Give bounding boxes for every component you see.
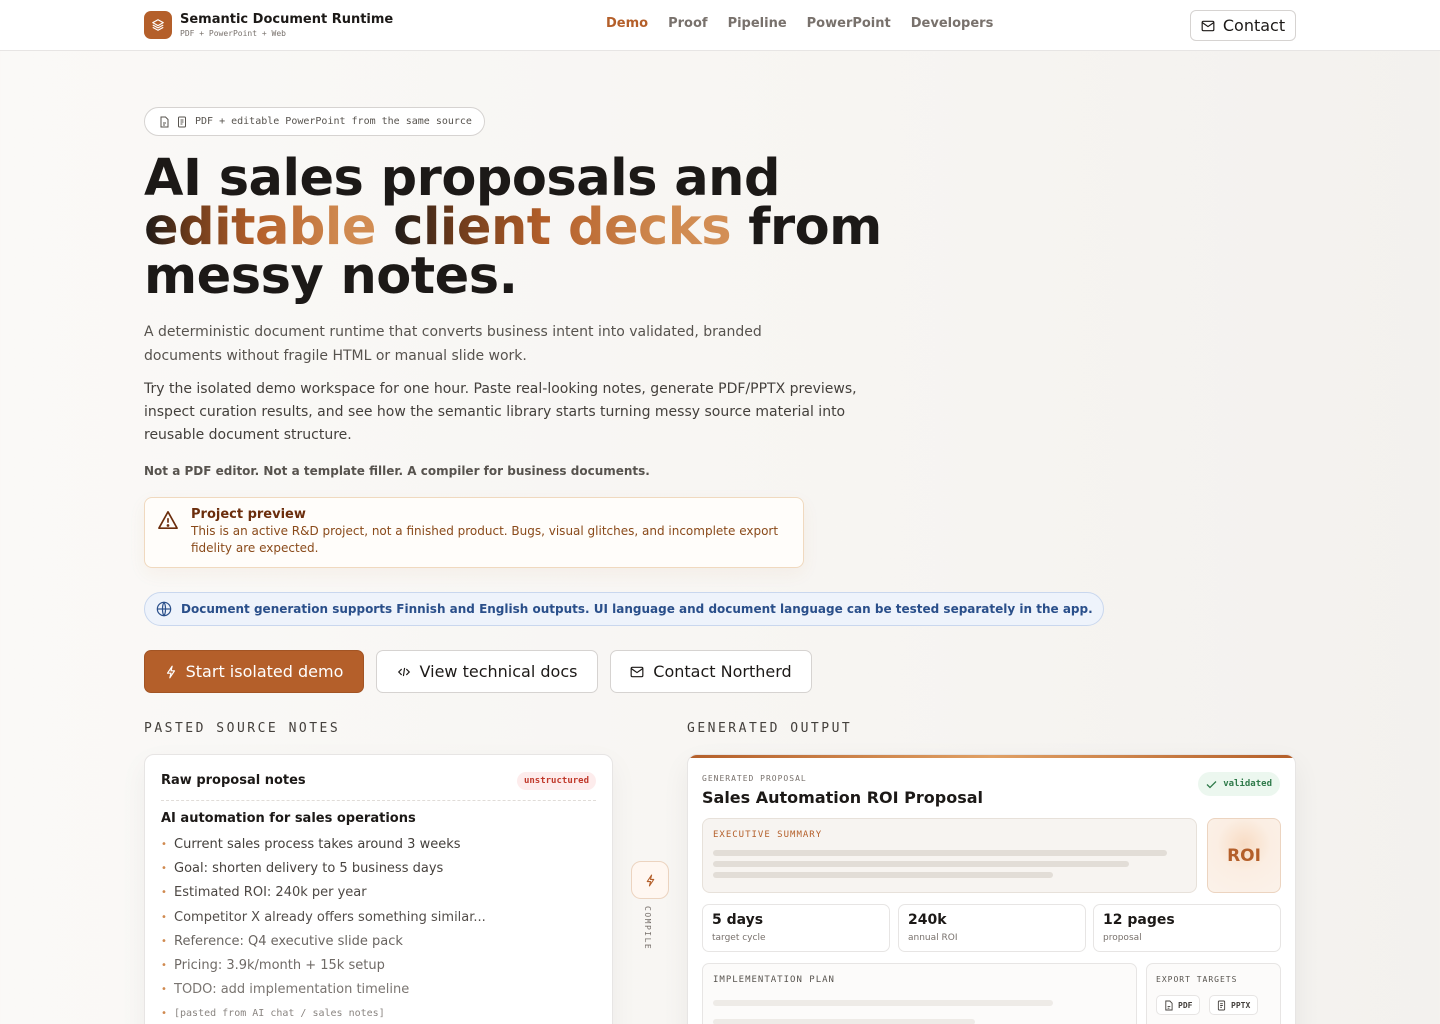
stat-pages: 12 pages proposal [1093,904,1281,952]
stat-annual-roi: 240k annual ROI [898,904,1086,952]
top-header: Semantic Document Runtime PDF + PowerPoi… [0,0,1440,51]
notes-title: AI automation for sales operations [161,811,416,826]
stat-value: 12 pages [1103,912,1175,928]
notes-divider [161,800,596,801]
start-demo-label: Start isolated demo [185,662,344,681]
language-note-text: Document generation supports Finnish and… [181,602,1093,616]
executive-summary-block: EXECUTIVE SUMMARY [702,818,1197,893]
compile-button[interactable] [631,861,669,899]
stat-value: 240k [908,912,947,928]
export-pptx-chip[interactable]: PPTX [1209,995,1259,1015]
code-icon [397,667,410,676]
roi-tile: ROI [1207,818,1281,893]
list-item: Current sales process takes around 3 wee… [161,835,486,859]
implementation-plan-label: IMPLEMENTATION PLAN [713,975,835,985]
project-preview-warning: Project preview This is an active R&D pr… [144,497,804,568]
globe-icon [156,601,172,617]
implementation-plan-block: IMPLEMENTATION PLAN [702,963,1137,1024]
output-section-label: GENERATED OUTPUT [687,721,853,736]
stat-target-cycle: 5 days target cycle [702,904,890,952]
stat-label: proposal [1103,933,1142,943]
warning-title: Project preview [191,507,306,522]
nav-developers[interactable]: Developers [911,16,994,31]
bolt-icon [646,874,654,886]
executive-summary-label: EXECUTIVE SUMMARY [713,830,823,840]
text-line-placeholder [713,861,1129,867]
pdf-file-icon [1165,1000,1173,1010]
list-item: Goal: shorten delivery to 5 business day… [161,859,486,883]
brand[interactable]: Semantic Document Runtime PDF + PowerPoi… [144,11,393,39]
export-targets-block: EXPORT TARGETS PDF PPTX [1146,963,1281,1024]
notes-card-title: Raw proposal notes [161,773,306,788]
list-item: Estimated ROI: 240k per year [161,883,486,907]
export-pdf-label: PDF [1178,1000,1193,1010]
format-pill: PDF + editable PowerPoint from the same … [144,107,485,136]
output-accent-bar [688,755,1295,758]
list-item: Reference: Q4 executive slide pack [161,932,486,956]
stat-label: target cycle [712,933,766,943]
notes-list: Current sales process takes around 3 wee… [161,835,486,1024]
nav-powerpoint[interactable]: PowerPoint [807,16,891,31]
nav-proof[interactable]: Proof [668,16,707,31]
hero-lead-secondary: Try the isolated demo workspace for one … [144,381,857,443]
text-line-placeholder [713,1019,975,1024]
export-pdf-chip[interactable]: PDF [1156,995,1201,1015]
nav-demo[interactable]: Demo [606,16,648,31]
view-docs-button[interactable]: View technical docs [376,650,598,693]
hero-title: AI sales proposals and editable client d… [144,153,904,302]
hero-title-line2-b: from [731,198,882,257]
output-kicker: GENERATED PROPOSAL [702,774,807,783]
mail-icon [1201,20,1215,31]
export-pptx-label: PPTX [1231,1000,1251,1010]
hero-tagline: Not a PDF editor. Not a template filler.… [144,464,650,478]
unstructured-badge: unstructured [516,772,596,790]
warning-icon [158,511,178,529]
pdf-file-icon [160,116,169,127]
pptx-file-icon [178,116,186,127]
list-item: TODO: add implementation timeline [161,980,486,1004]
brand-subtitle: PDF + PowerPoint + Web [180,28,286,38]
compile-label: COMPILE [643,906,652,951]
bolt-icon [166,665,175,678]
header-contact-button[interactable]: Contact [1190,10,1296,41]
source-notes-card: Raw proposal notes unstructured AI autom… [144,754,613,1024]
output-title: Sales Automation ROI Proposal [702,788,984,807]
hero-lead: A deterministic document runtime that co… [144,324,762,364]
text-line-placeholder [713,872,1053,878]
validated-badge: validated [1198,772,1280,796]
source-tag: [pasted from AI chat / sales notes] [161,1004,486,1024]
warning-text: This is an active R&D project, not a fin… [191,524,779,555]
contact-northerd-label: Contact Northerd [653,662,792,681]
text-line-placeholder [713,850,1167,856]
language-note: Document generation supports Finnish and… [144,592,1104,626]
text-line-placeholder [713,1000,1053,1006]
list-item: Pricing: 3.9k/month + 15k setup [161,956,486,980]
source-section-label: PASTED SOURCE NOTES [144,721,341,736]
pptx-file-icon [1217,1000,1226,1010]
nav-pipeline[interactable]: Pipeline [728,16,787,31]
contact-northerd-button[interactable]: Contact Northerd [610,650,812,693]
hero-title-line3: messy notes. [144,247,518,306]
main-nav: Demo Proof Pipeline PowerPoint Developer… [606,16,993,31]
stat-label: annual ROI [908,933,958,943]
export-targets-label: EXPORT TARGETS [1156,975,1238,984]
check-icon [1206,780,1217,788]
generated-output-card: GENERATED PROPOSAL Sales Automation ROI … [687,754,1296,1024]
roi-label: ROI [1227,845,1261,866]
brand-title: Semantic Document Runtime [180,11,394,27]
layers-icon [144,11,172,39]
list-item: Competitor X already offers something si… [161,908,486,932]
start-demo-button[interactable]: Start isolated demo [144,650,364,693]
header-contact-label: Contact [1222,16,1286,35]
stat-value: 5 days [712,912,764,928]
view-docs-label: View technical docs [419,662,578,681]
validated-label: validated [1223,779,1272,789]
format-pill-label: PDF + editable PowerPoint from the same … [195,116,472,127]
mail-icon [630,666,644,677]
